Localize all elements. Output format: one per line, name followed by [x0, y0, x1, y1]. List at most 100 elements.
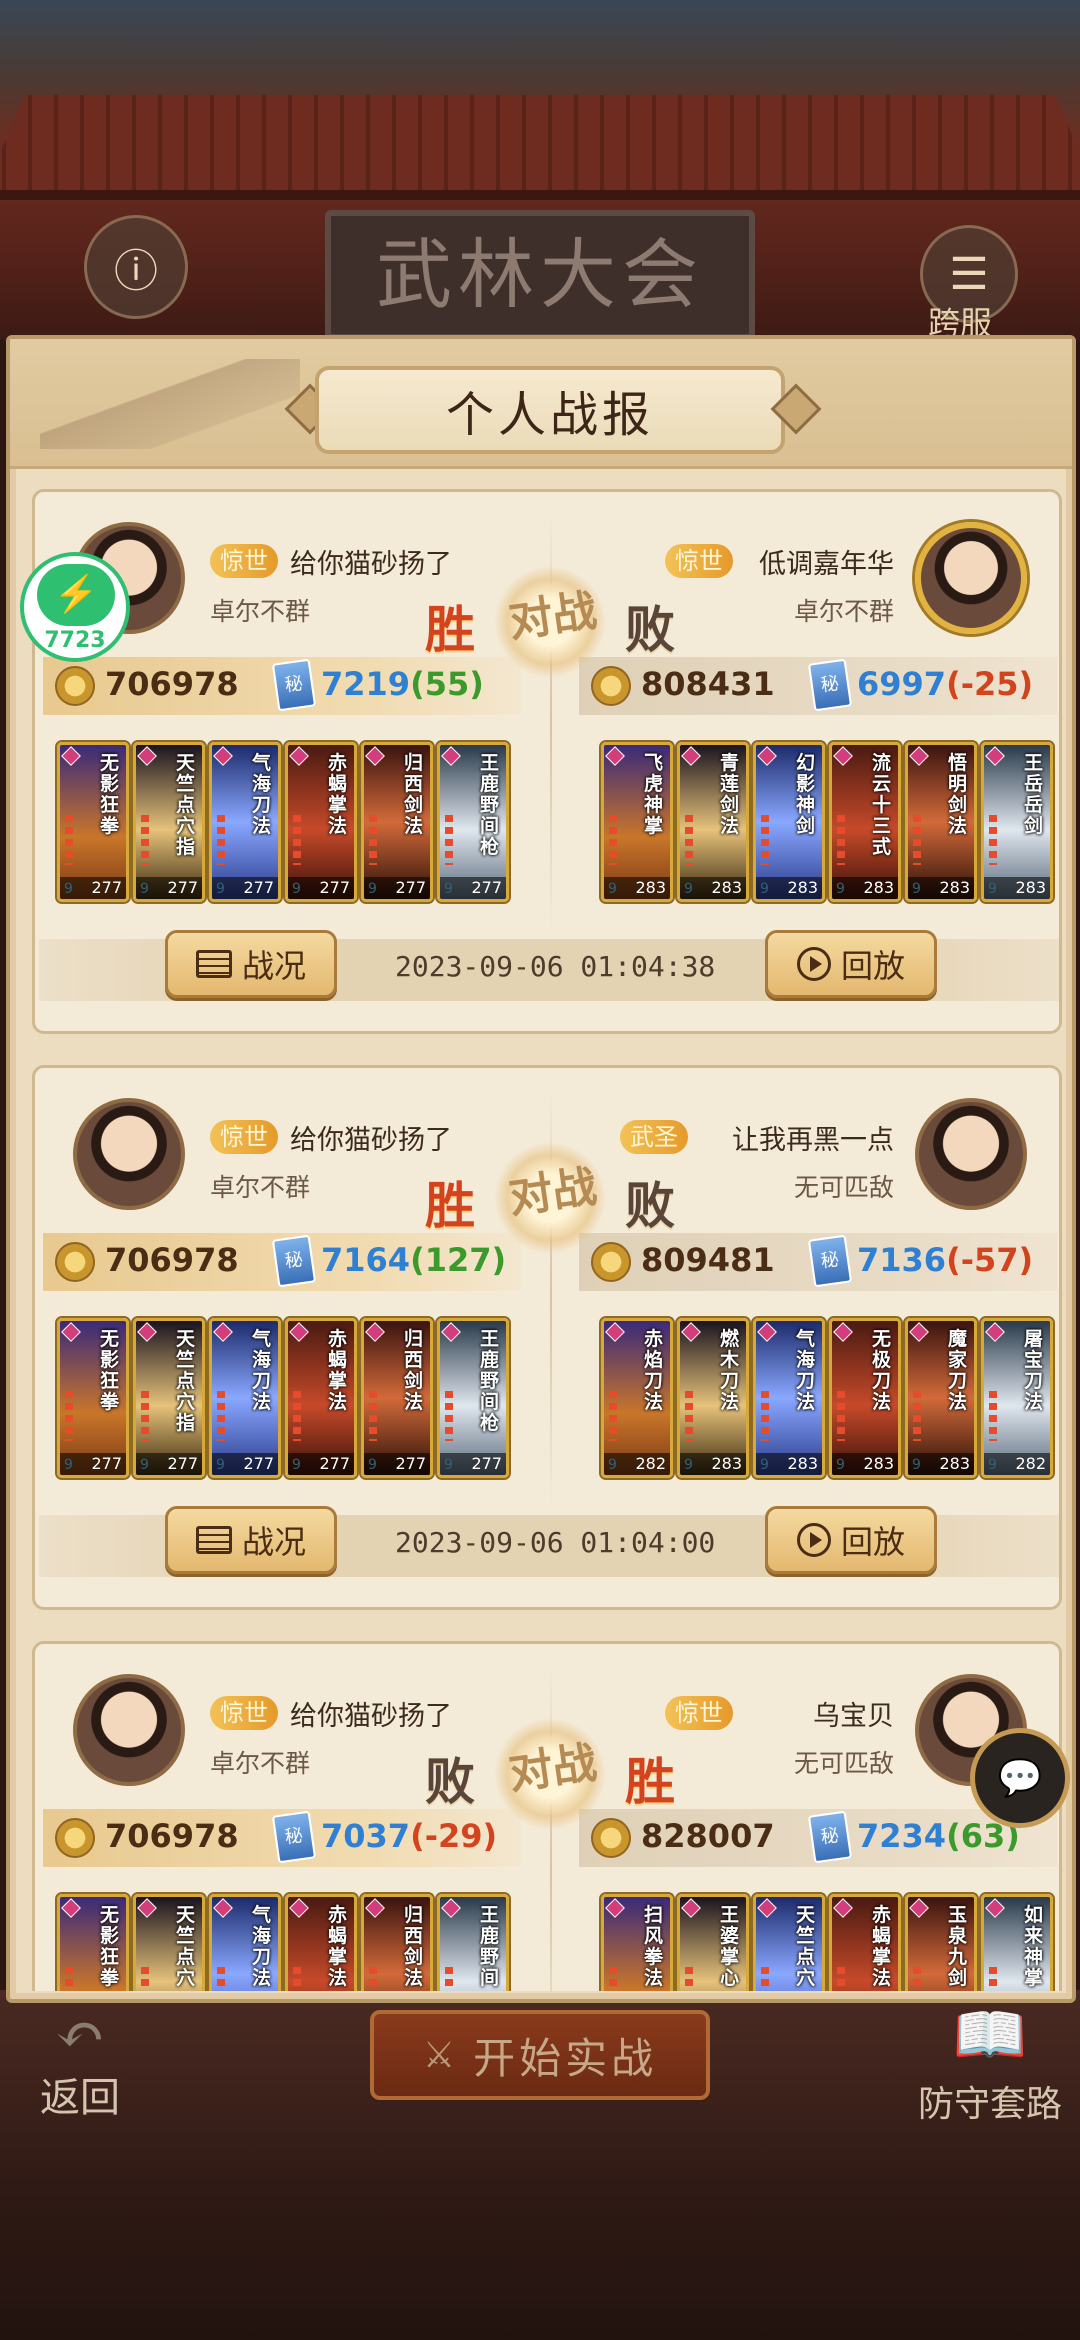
- hero-card[interactable]: 王岳岳剑 9 283: [981, 742, 1053, 902]
- hero-gem-icon: [137, 746, 157, 766]
- hero-star-pips: [65, 815, 73, 865]
- hero-card[interactable]: 天竺点穴指 9 277: [133, 1318, 205, 1478]
- right-hero-lineup: 飞虎神掌 9 283 青莲剑法 9 283 幻影神剑 9 283: [601, 742, 1053, 902]
- defense-routine-button[interactable]: 📖 防守套路: [905, 1995, 1075, 2127]
- 7723-floating-badge[interactable]: ⚡ 7723: [20, 552, 130, 662]
- start-battle-button[interactable]: ⚔ 开始实战: [370, 2010, 710, 2100]
- battle-card: 惊世给你猫砂扬了卓尔不群 706978 秘 7037(-29) 无影狂拳 9 2…: [32, 1641, 1062, 1991]
- info-icon[interactable]: ⓘ: [84, 215, 188, 319]
- left-player-avatar[interactable]: [73, 1674, 185, 1786]
- hero-card[interactable]: 无影狂拳 9 277: [57, 1894, 129, 1991]
- left-hero-lineup: 无影狂拳 9 277 天竺点穴 9 277 气海刀法 9 277: [57, 1894, 509, 1991]
- hero-card[interactable]: 燃木刀法 9 283: [677, 1318, 749, 1478]
- right-result: 败: [625, 600, 675, 659]
- hero-level: 282: [984, 1453, 1050, 1475]
- hero-name: 归西剑法: [404, 1328, 424, 1413]
- hero-card[interactable]: 玉泉九剑 9 283: [905, 1894, 977, 1991]
- battle-report-button[interactable]: 战况: [165, 930, 337, 998]
- hero-star-pips: [65, 1967, 73, 1991]
- result-emblem: 胜 对战 败: [420, 567, 680, 682]
- right-player-avatar[interactable]: [915, 522, 1027, 634]
- hero-name: 王岳岳剑: [1024, 752, 1044, 837]
- hero-card[interactable]: 王鹿野间枪 9 277: [437, 1318, 509, 1478]
- hero-card[interactable]: 归西剑法 9 277: [361, 1894, 433, 1991]
- hero-card[interactable]: 赤蝎掌法 9 277: [285, 1894, 357, 1991]
- hero-card[interactable]: 王婆掌心 9 283: [677, 1894, 749, 1991]
- hero-card[interactable]: 归西剑法 9 277: [361, 1318, 433, 1478]
- hero-name: 王鹿野间枪: [480, 752, 500, 858]
- left-player-avatar[interactable]: [73, 1098, 185, 1210]
- result-emblem: 败 对战 胜: [420, 1719, 680, 1834]
- hero-card[interactable]: 气海刀法 9 283: [753, 1318, 825, 1478]
- hero-name: 气海刀法: [252, 1328, 272, 1413]
- hero-star-pips: [761, 1391, 769, 1441]
- hero-card[interactable]: 王鹿野间 9 277: [437, 1894, 509, 1991]
- hero-card[interactable]: 无极刀法 9 283: [829, 1318, 901, 1478]
- hero-card[interactable]: 归西剑法 9 277: [361, 742, 433, 902]
- hero-name: 天竺点穴指: [176, 1328, 196, 1434]
- hero-card[interactable]: 天竺点穴 9 277: [133, 1894, 205, 1991]
- hero-star-pips: [609, 815, 617, 865]
- hero-card[interactable]: 幻影神剑 9 283: [753, 742, 825, 902]
- hero-card[interactable]: 赤蝎掌法 9 283: [829, 1894, 901, 1991]
- hero-star-pips: [293, 815, 301, 865]
- play-icon: [796, 947, 831, 981]
- hero-card[interactable]: 赤焰刀法 9 282: [601, 1318, 673, 1478]
- hero-card[interactable]: 屠宝刀法 9 282: [981, 1318, 1053, 1478]
- panel-title: 个人战报: [315, 366, 785, 454]
- hero-card[interactable]: 魔家刀法 9 283: [905, 1318, 977, 1478]
- hero-gem-icon: [681, 1898, 701, 1918]
- hero-card[interactable]: 天竺点穴 9 283: [753, 1894, 825, 1991]
- battle-list[interactable]: 惊世给你猫砂扬了卓尔不群 706978 秘 7219(55) 无影狂拳 9 27…: [18, 471, 1064, 1991]
- hero-card[interactable]: 气海刀法 9 277: [209, 1318, 281, 1478]
- hero-card[interactable]: 赤蝎掌法 9 277: [285, 1318, 357, 1478]
- vs-label: 对战: [505, 1737, 600, 1800]
- chat-icon[interactable]: 💬: [970, 1728, 1070, 1828]
- hero-card[interactable]: 赤蝎掌法 9 277: [285, 742, 357, 902]
- hero-star-pips: [369, 815, 377, 865]
- hero-star-pips: [609, 1391, 617, 1441]
- back-button[interactable]: ↶ 返回: [25, 2005, 135, 2121]
- hero-card[interactable]: 王鹿野间枪 9 277: [437, 742, 509, 902]
- battle-report-button[interactable]: 战况: [165, 1506, 337, 1574]
- right-result: 胜: [625, 1752, 675, 1811]
- hero-card[interactable]: 气海刀法 9 277: [209, 1894, 281, 1991]
- hero-name: 气海刀法: [252, 752, 272, 837]
- hero-card[interactable]: 青莲剑法 9 283: [677, 742, 749, 902]
- hero-star-pips: [369, 1967, 377, 1991]
- hero-level: 283: [680, 1453, 746, 1475]
- hero-star-pips: [293, 1391, 301, 1441]
- hero-card[interactable]: 如来神掌 9 283: [981, 1894, 1053, 1991]
- hero-level: 277: [288, 1453, 354, 1475]
- right-guild-name: 无可匹敌: [793, 1173, 894, 1202]
- hero-card[interactable]: 无影狂拳 9 277: [57, 1318, 129, 1478]
- hero-star-pips: [293, 1967, 301, 1991]
- hero-card[interactable]: 飞虎神掌 9 283: [601, 742, 673, 902]
- hero-card[interactable]: 扫风拳法 9 283: [601, 1894, 673, 1991]
- hero-star-pips: [989, 815, 997, 865]
- left-hero-lineup: 无影狂拳 9 277 天竺点穴指 9 277 气海刀法 9 277: [57, 1318, 509, 1478]
- vs-label: 对战: [505, 1161, 600, 1224]
- left-guild-name: 卓尔不群: [210, 1749, 311, 1778]
- hero-name: 王婆掌心: [720, 1904, 740, 1989]
- hero-gem-icon: [289, 1898, 309, 1918]
- left-rank-badge: 惊世: [210, 544, 278, 578]
- replay-button[interactable]: 回放: [765, 1506, 937, 1574]
- hero-card[interactable]: 流云十三式 9 283: [829, 742, 901, 902]
- left-rank-badge: 惊世: [210, 1696, 278, 1730]
- hero-gem-icon: [681, 1322, 701, 1342]
- hero-star-pips: [989, 1967, 997, 1991]
- right-score-value: 7136: [857, 1241, 947, 1279]
- hero-gem-icon: [365, 1322, 385, 1342]
- replay-button[interactable]: 回放: [765, 930, 937, 998]
- hero-card[interactable]: 气海刀法 9 277: [209, 742, 281, 902]
- hero-star-pips: [837, 1967, 845, 1991]
- hero-card[interactable]: 悟明剑法 9 283: [905, 742, 977, 902]
- hero-star-pips: [913, 815, 921, 865]
- hero-gem-icon: [985, 1898, 1005, 1918]
- hero-star-pips: [685, 1967, 693, 1991]
- hero-card[interactable]: 无影狂拳 9 277: [57, 742, 129, 902]
- hero-card[interactable]: 天竺点穴指 9 277: [133, 742, 205, 902]
- book-icon: 📖: [952, 2000, 1028, 2070]
- right-player-avatar[interactable]: [915, 1098, 1027, 1210]
